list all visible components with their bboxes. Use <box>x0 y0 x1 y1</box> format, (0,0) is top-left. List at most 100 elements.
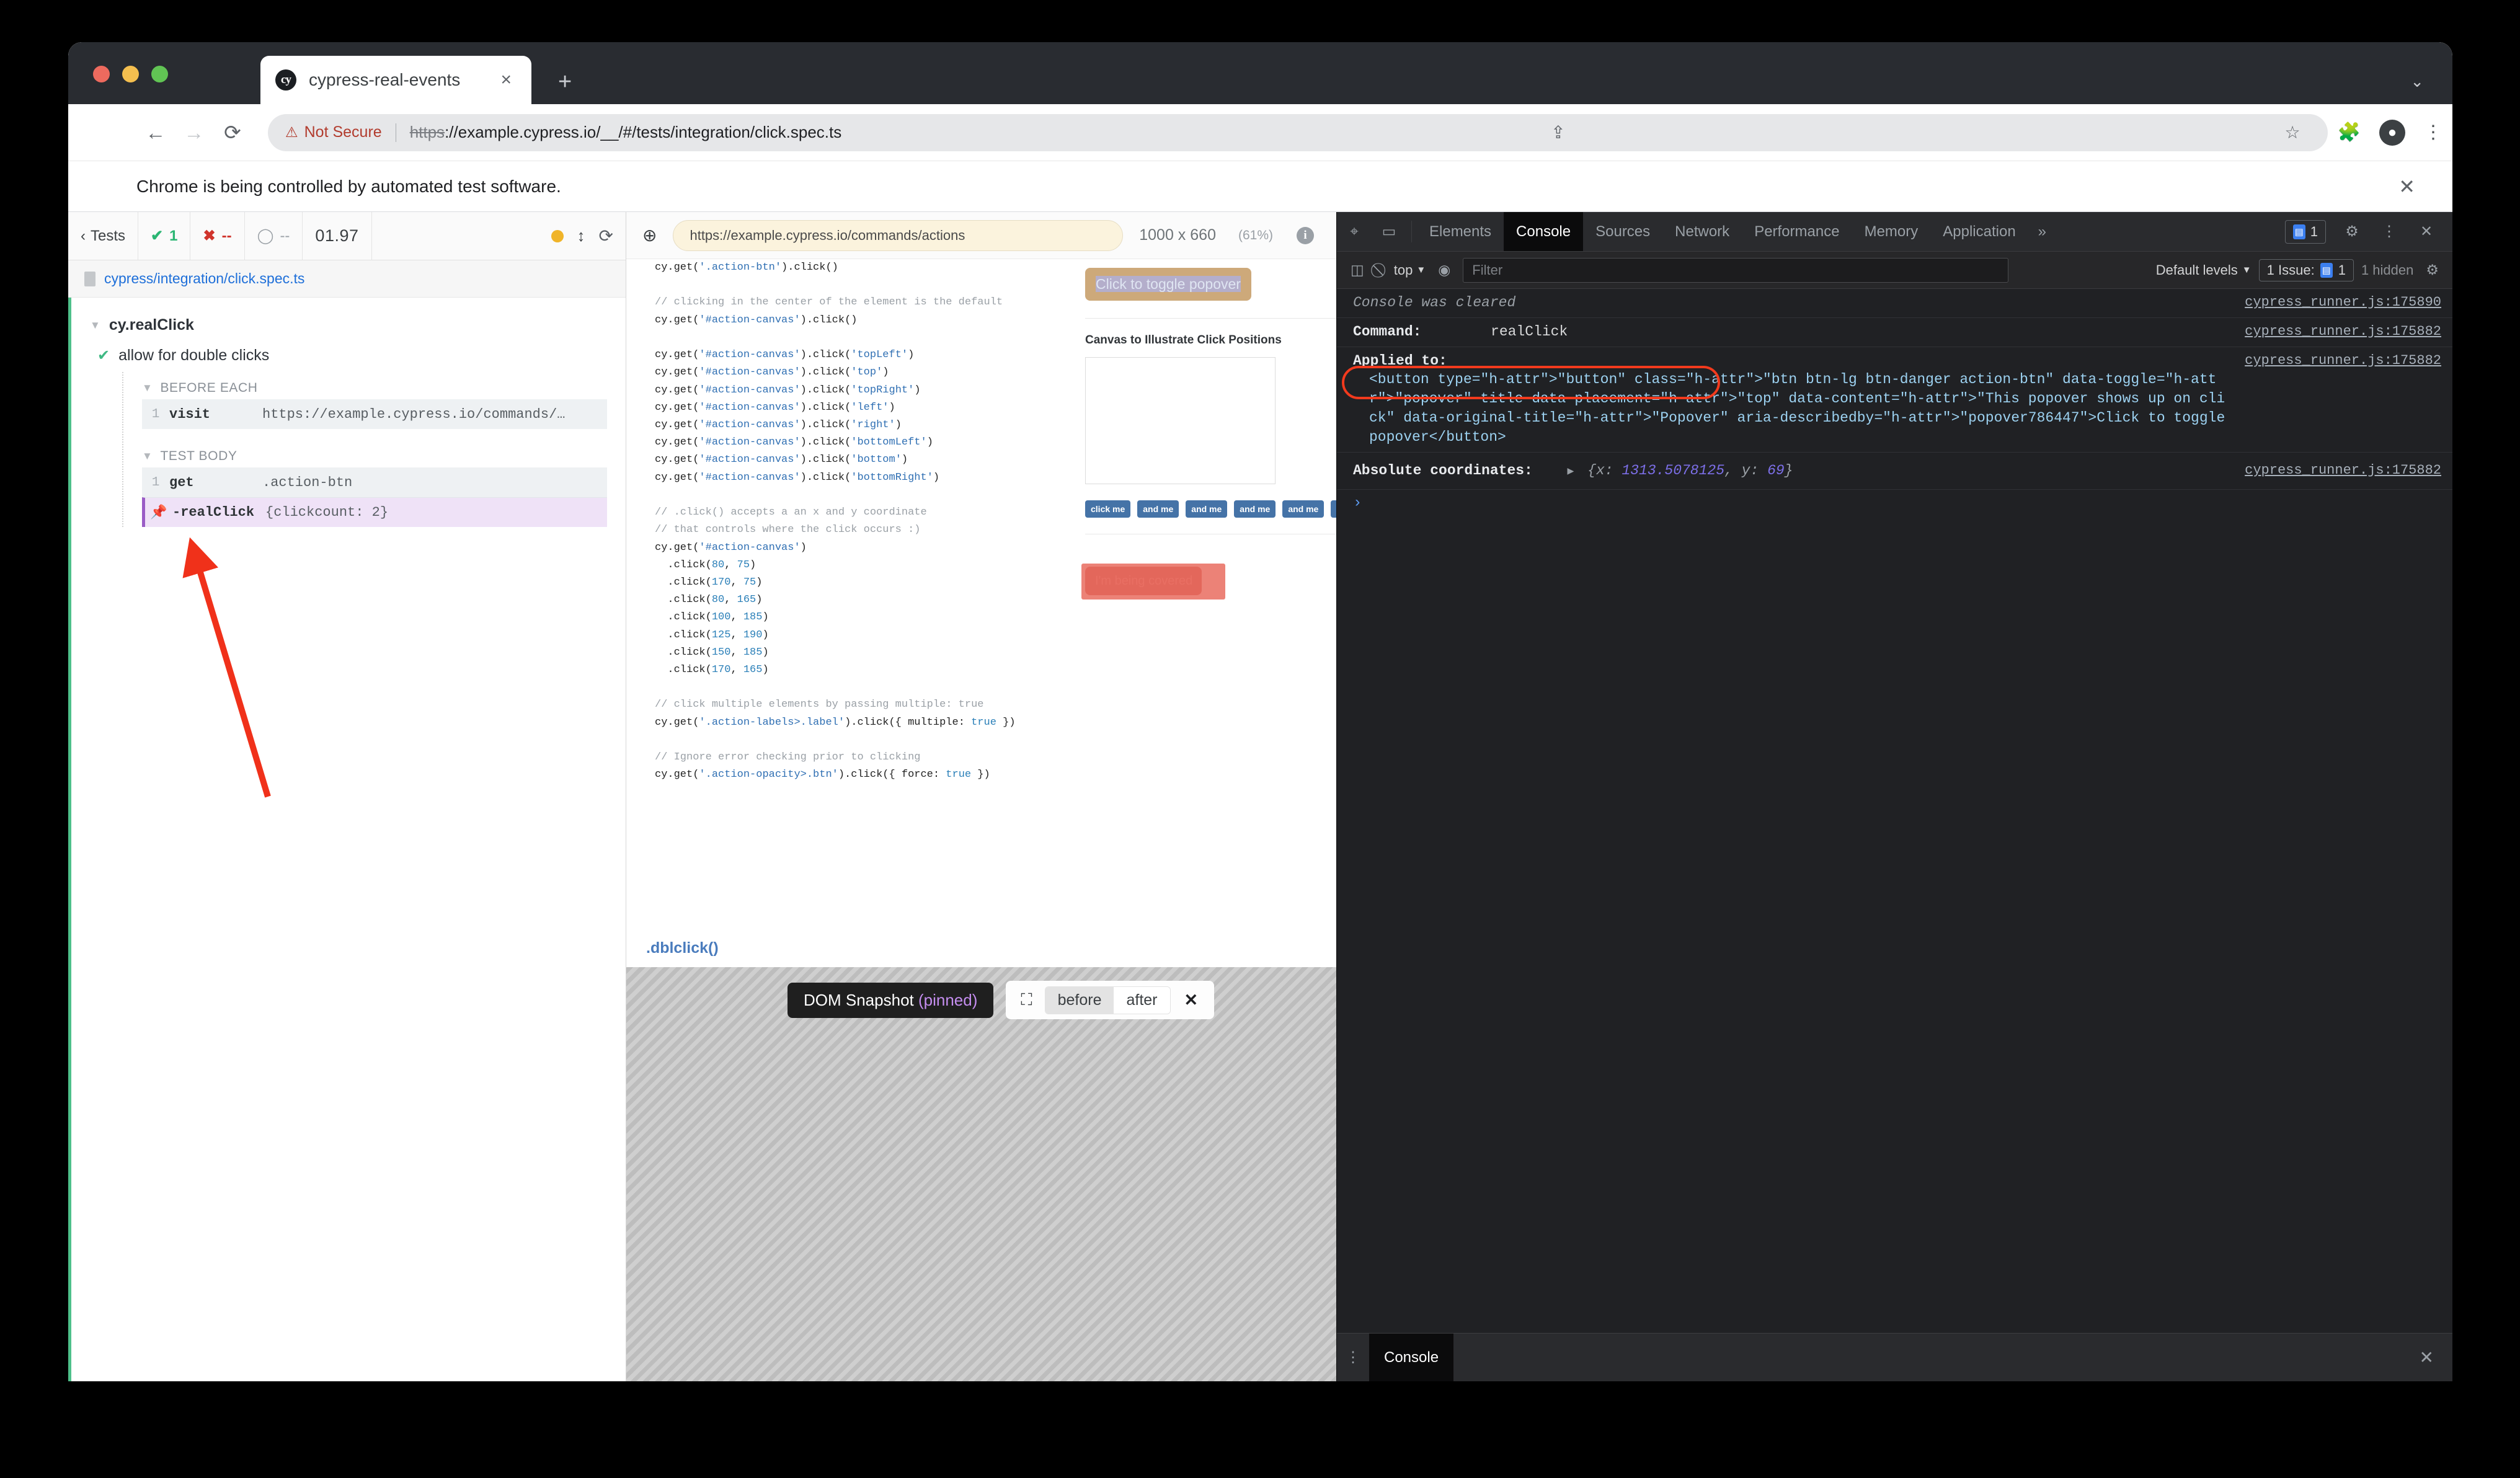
tab-console[interactable]: Console <box>1504 212 1583 251</box>
console-applied-html[interactable]: <button type="h-attr">"button" class="h-… <box>1353 370 2226 446</box>
close-drawer-icon[interactable]: ✕ <box>2401 1334 2452 1381</box>
chevron-down-icon: ▼ <box>1416 265 1426 275</box>
issues-chip[interactable]: ▤ 1 <box>2285 220 2326 244</box>
spec-path-text[interactable]: cypress/integration/click.spec.ts <box>104 270 304 287</box>
caret-down-icon[interactable]: ▼ <box>142 382 153 394</box>
maximize-window-button[interactable] <box>151 66 168 82</box>
action-label[interactable]: and me <box>1331 500 1336 518</box>
action-label[interactable]: click me <box>1085 500 1130 518</box>
console-source-link[interactable]: cypress_runner.js:175882 <box>2226 352 2441 370</box>
caret-down-icon[interactable]: ▼ <box>142 450 153 462</box>
snapshot-after-button[interactable]: after <box>1114 987 1169 1014</box>
spec-path-bar[interactable]: cypress/integration/click.spec.ts <box>68 260 626 298</box>
dom-snapshot-area: DOM Snapshot (pinned) ⛶ before after ✕ <box>626 967 1336 1381</box>
tab-network[interactable]: Network <box>1662 212 1742 251</box>
code-line: // clicking in the center of the element… <box>655 294 1052 311</box>
forward-button[interactable]: → <box>175 122 213 143</box>
console-source-link[interactable]: cypress_runner.js:175882 <box>2226 322 2441 340</box>
clear-console-icon[interactable]: ⃠ <box>1377 262 1386 278</box>
action-canvas[interactable] <box>1085 357 1276 484</box>
more-tabs-icon[interactable]: » <box>2028 212 2056 251</box>
bookmark-star-icon[interactable]: ☆ <box>2275 122 2310 143</box>
console-filter-input[interactable]: Filter <box>1463 258 2008 283</box>
code-line: .click(80, 75) <box>655 557 1052 574</box>
url-scheme: https <box>410 123 445 142</box>
device-toolbar-icon[interactable]: ▭ <box>1372 212 1406 251</box>
hook-label[interactable]: ▼ BEFORE EACH <box>142 372 626 399</box>
log-level-selector[interactable]: Default levels ▼ <box>2156 262 2252 278</box>
console-output[interactable]: Console was cleared cypress_runner.js:17… <box>1337 289 2452 1333</box>
preview-url-display[interactable]: https://example.cypress.io/commands/acti… <box>673 220 1123 251</box>
security-status-text[interactable]: Not Secure <box>304 123 382 141</box>
command-row[interactable]: 1 get .action-btn <box>142 467 607 497</box>
restart-icon[interactable]: ⟳ <box>599 226 613 246</box>
command-doc-link[interactable]: .dblclick() <box>646 939 719 957</box>
info-icon[interactable]: i <box>1297 227 1314 244</box>
command-row-pinned[interactable]: 📌 -realClick {clickcount: 2} <box>142 497 607 527</box>
browser-menu-icon[interactable]: ⋮ <box>2414 122 2452 143</box>
console-applied-body: Applied to: <button type="h-attr">"butto… <box>1353 352 2226 447</box>
popover-toggle-button[interactable]: Click to toggle popover <box>1085 268 1251 301</box>
drawer-menu-icon[interactable]: ⋮ <box>1337 1334 1369 1381</box>
resize-vertical-icon[interactable]: ↕ <box>577 226 585 246</box>
test-title: allow for double clicks <box>118 347 269 365</box>
console-prompt[interactable]: › <box>1337 490 2452 516</box>
drawer-tab-console[interactable]: Console <box>1369 1334 1453 1381</box>
caret-down-icon[interactable]: ▼ <box>90 319 100 332</box>
hook-label[interactable]: ▼ TEST BODY <box>142 440 626 467</box>
console-settings-gear-icon[interactable]: ⚙ <box>2421 262 2444 278</box>
action-label[interactable]: and me <box>1234 500 1276 518</box>
close-devtools-icon[interactable]: ✕ <box>2409 223 2444 241</box>
selector-playground-icon[interactable]: ⊕ <box>642 225 657 246</box>
inspect-element-icon[interactable]: ⌖ <box>1337 212 1372 251</box>
highlight-element-icon[interactable]: ⛶ <box>1014 990 1038 1010</box>
avatar[interactable]: ● <box>2379 120 2405 146</box>
reload-button[interactable]: ⟳ <box>213 122 252 143</box>
issues-button[interactable]: 1 Issue: ▤ 1 <box>2259 259 2354 281</box>
studio-dot-icon[interactable] <box>551 230 564 242</box>
command-row[interactable]: 1 visit https://example.cypress.io/comma… <box>142 399 607 429</box>
action-label[interactable]: and me <box>1186 500 1227 518</box>
suite-row[interactable]: ▼ cy.realClick <box>71 311 626 339</box>
minimize-window-button[interactable] <box>122 66 139 82</box>
console-sidebar-icon[interactable]: ◫ <box>1346 262 1369 278</box>
snapshot-before-button[interactable]: before <box>1045 987 1114 1014</box>
address-bar[interactable]: ⚠ Not Secure https ://example.cypress.io… <box>268 114 2328 151</box>
tab-application[interactable]: Application <box>1930 212 2028 251</box>
divider <box>1411 221 1412 242</box>
test-row[interactable]: ✔ allow for double clicks <box>71 339 626 372</box>
chevron-down-icon[interactable]: ⌄ <box>2410 72 2424 91</box>
coords-open-brace: { <box>1587 462 1596 479</box>
action-label[interactable]: and me <box>1137 500 1179 518</box>
console-source-link[interactable]: cypress_runner.js:175882 <box>2226 461 2441 479</box>
tab-sources[interactable]: Sources <box>1583 212 1662 251</box>
test-tree: ▼ cy.realClick ✔ allow for double clicks… <box>68 298 626 1381</box>
console-source-link[interactable]: cypress_runner.js:175890 <box>2226 293 2441 311</box>
back-to-tests-button[interactable]: ‹ Tests <box>68 212 138 260</box>
chevron-left-icon: ‹ <box>81 228 86 245</box>
expand-triangle-icon[interactable]: ▶ <box>1567 466 1574 478</box>
close-icon[interactable]: ✕ <box>1177 991 1206 1010</box>
pin-icon: 📌 <box>145 505 172 521</box>
divider <box>1085 318 1336 319</box>
back-button[interactable]: ← <box>136 122 175 143</box>
share-icon[interactable]: ⇪ <box>1541 122 1575 143</box>
context-selector[interactable]: top ▼ <box>1394 262 1426 278</box>
tab-memory[interactable]: Memory <box>1852 212 1931 251</box>
pending-count-value: -- <box>280 228 290 245</box>
gear-icon[interactable]: ⚙ <box>2335 223 2369 241</box>
devtools-menu-icon[interactable]: ⋮ <box>2372 223 2407 241</box>
tab-elements[interactable]: Elements <box>1417 212 1504 251</box>
close-window-button[interactable] <box>93 66 110 82</box>
close-icon[interactable]: ✕ <box>2398 175 2415 198</box>
close-tab-icon[interactable]: × <box>495 68 517 92</box>
action-label[interactable]: and me <box>1282 500 1324 518</box>
console-applied-label: Applied to: <box>1353 352 2226 371</box>
new-tab-button[interactable]: + <box>558 70 572 94</box>
live-expression-icon[interactable]: ◉ <box>1433 262 1455 278</box>
pending-count: ◯ -- <box>245 212 303 260</box>
extensions-puzzle-icon[interactable]: 🧩 <box>2328 122 2371 143</box>
tab-performance[interactable]: Performance <box>1742 212 1852 251</box>
console-row-applied-to: Applied to: <button type="h-attr">"butto… <box>1337 347 2452 453</box>
browser-tab[interactable]: cy cypress-real-events × <box>260 56 531 104</box>
